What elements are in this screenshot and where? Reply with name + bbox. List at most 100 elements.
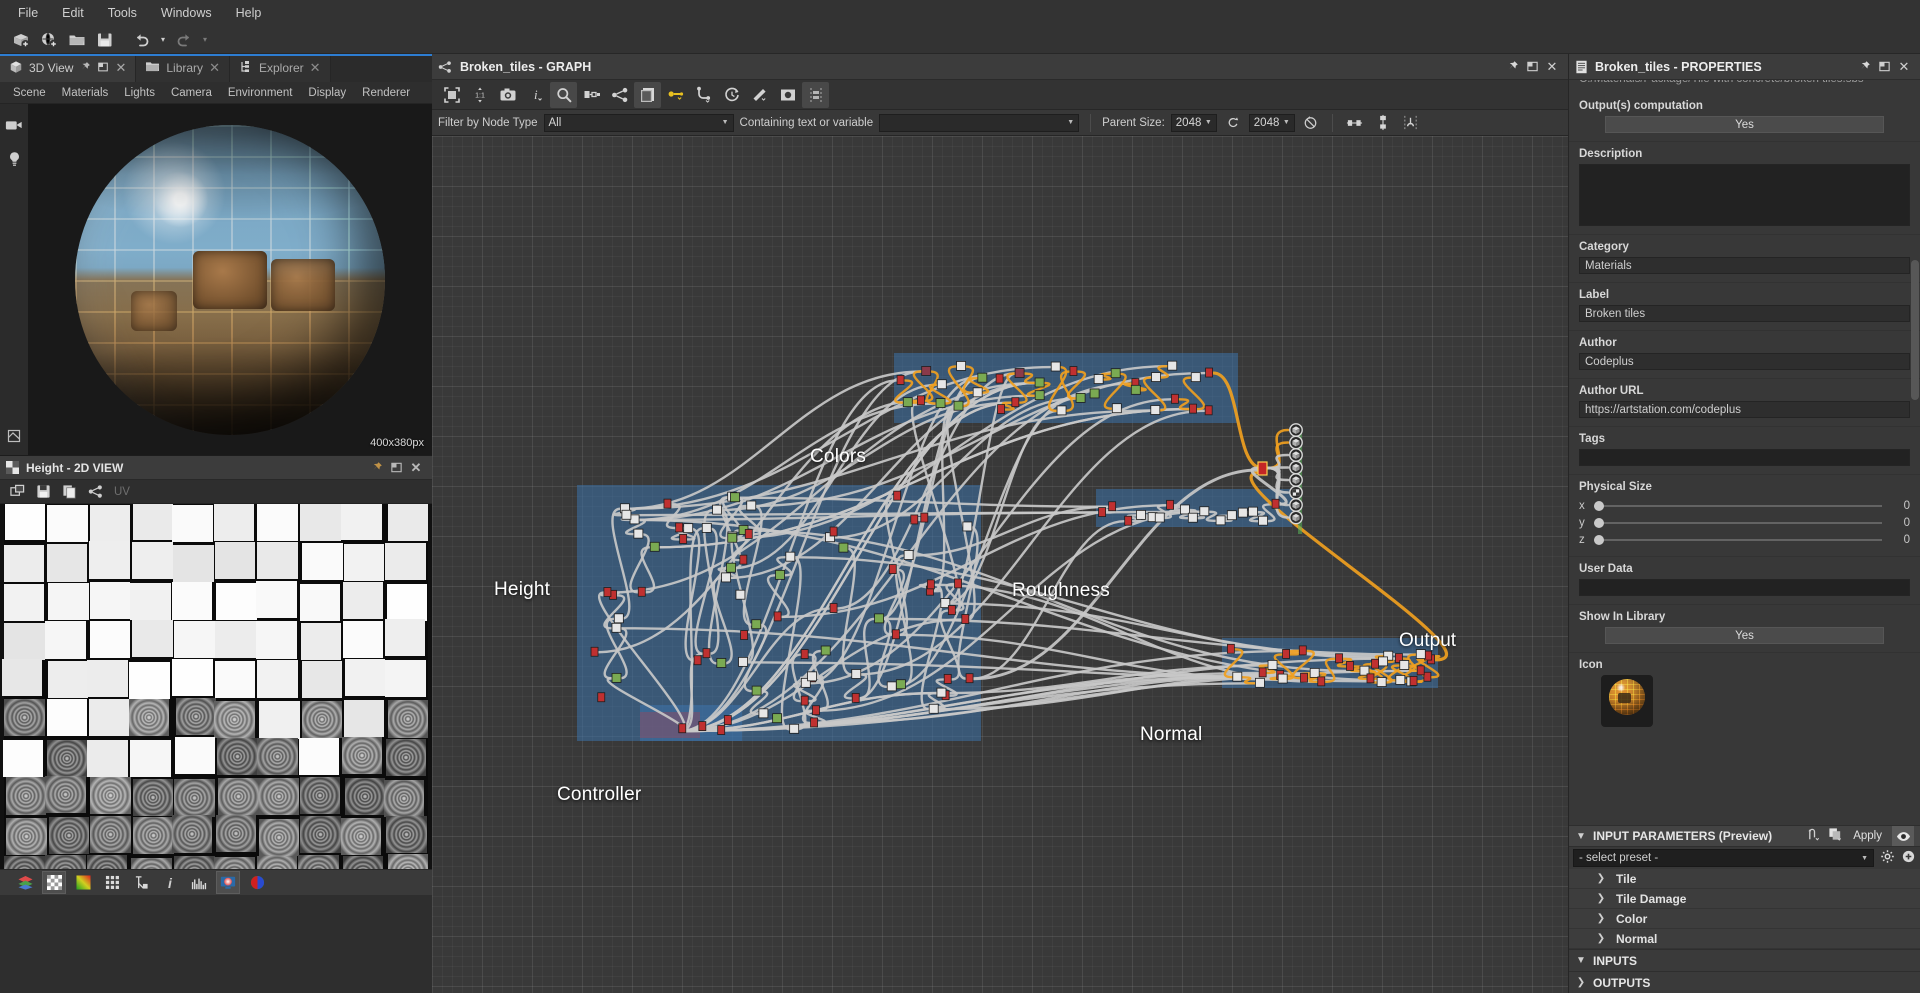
gear-icon[interactable] [1880, 849, 1895, 867]
output-computation-button[interactable]: Yes [1605, 116, 1884, 133]
graph-node[interactable] [821, 646, 830, 655]
graph-node[interactable] [852, 669, 861, 678]
graph-node[interactable] [852, 693, 859, 702]
viewmenu-environment[interactable]: Environment [221, 85, 300, 101]
zoom-1-1-icon[interactable]: 1:1 [466, 82, 493, 108]
graph-node[interactable] [630, 515, 639, 524]
open-icon[interactable] [64, 28, 90, 52]
graph-node[interactable] [1051, 362, 1060, 371]
slider-thumb[interactable] [1594, 501, 1604, 511]
graph-node[interactable] [612, 623, 621, 632]
alpha-icon[interactable] [43, 872, 65, 893]
pin-icon[interactable] [1502, 57, 1522, 77]
reset-camera-icon[interactable] [3, 425, 25, 447]
menu-help[interactable]: Help [224, 2, 274, 24]
close-icon[interactable]: ✕ [1542, 57, 1562, 77]
graph-node[interactable] [1171, 394, 1178, 403]
param-group-tile-damage[interactable]: ❯ Tile Damage [1569, 889, 1920, 909]
physical-size-z-slider[interactable] [1594, 539, 1882, 541]
preset-select[interactable]: - select preset - ▼ [1573, 849, 1874, 867]
icon-preview[interactable] [1601, 675, 1653, 727]
graph-node[interactable] [812, 706, 819, 715]
search-icon[interactable] [550, 82, 577, 108]
author-input[interactable]: Codeplus [1579, 353, 1910, 370]
maximize-icon[interactable] [386, 458, 406, 478]
physical-size-y-slider[interactable] [1594, 522, 1882, 524]
maximize-icon[interactable] [1522, 57, 1542, 77]
graph-node[interactable] [598, 693, 605, 702]
graph-node-selected[interactable] [1258, 462, 1267, 475]
category-input[interactable]: Materials [1579, 257, 1910, 274]
graph-node[interactable] [1259, 516, 1268, 525]
graph-node[interactable] [1318, 677, 1325, 686]
graph-node[interactable] [1090, 389, 1099, 398]
graph-node[interactable] [1248, 507, 1257, 516]
graph-node[interactable] [1233, 672, 1242, 681]
graph-node[interactable] [1272, 499, 1279, 508]
graph-node[interactable] [694, 656, 701, 665]
graph-node[interactable] [896, 680, 905, 689]
copy-icon[interactable] [58, 482, 80, 502]
menu-tools[interactable]: Tools [96, 2, 149, 24]
info-icon[interactable]: i [159, 872, 181, 893]
graph-node[interactable] [727, 563, 736, 572]
pin-icon[interactable] [366, 458, 386, 478]
close-icon[interactable]: ✕ [406, 458, 426, 478]
menu-windows[interactable]: Windows [149, 2, 224, 24]
output-node[interactable] [1290, 499, 1302, 511]
copy-parameters-icon[interactable] [1828, 827, 1843, 845]
colorpicker-icon[interactable] [217, 872, 239, 893]
graph-node[interactable] [1191, 373, 1200, 382]
graph-node[interactable] [955, 579, 962, 588]
graph-node[interactable] [1125, 516, 1132, 525]
graph-node[interactable] [922, 366, 931, 375]
menu-edit[interactable]: Edit [50, 2, 96, 24]
menu-file[interactable]: File [6, 2, 50, 24]
vertical-align-icon[interactable] [1372, 112, 1394, 134]
graph-node[interactable] [1300, 673, 1307, 682]
graph-node-network[interactable] [432, 136, 1568, 993]
graph-node[interactable] [1227, 644, 1234, 653]
graph-node[interactable] [1367, 674, 1374, 683]
uv-label[interactable]: UV [110, 486, 130, 498]
slider-thumb[interactable] [1594, 518, 1604, 528]
graph-node[interactable] [1336, 654, 1343, 663]
graph-node[interactable] [1076, 393, 1085, 402]
channels-icon[interactable] [72, 872, 94, 893]
graph-node[interactable] [752, 686, 761, 695]
horizontal-align-icon[interactable] [1344, 112, 1366, 134]
graph-node[interactable] [717, 658, 726, 667]
undo-icon[interactable] [129, 28, 155, 52]
camera-icon[interactable] [3, 114, 25, 136]
graph-node[interactable] [1278, 674, 1287, 683]
graph-node[interactable] [1057, 406, 1066, 415]
undo-chevron-down-icon[interactable]: ▾ [157, 28, 169, 52]
reroute-icon[interactable] [690, 82, 717, 108]
section-inputs[interactable]: ▼ INPUTS [1569, 949, 1920, 971]
physical-size-x-slider[interactable] [1594, 505, 1882, 507]
graph-node[interactable] [894, 491, 901, 500]
snapshot-icon[interactable] [494, 82, 521, 108]
layers-icon[interactable] [14, 872, 36, 893]
graph-node[interactable] [948, 606, 955, 615]
graph-node[interactable] [1259, 668, 1266, 677]
tweak-icon[interactable] [746, 82, 773, 108]
graph-node[interactable] [724, 716, 731, 725]
graph-node[interactable] [739, 657, 748, 666]
graph-node[interactable] [741, 631, 748, 640]
close-icon[interactable]: ✕ [310, 60, 321, 76]
graph-link-icon[interactable] [84, 482, 106, 502]
graph-node[interactable] [1206, 368, 1213, 377]
save-image-icon[interactable] [32, 482, 54, 502]
graph-node[interactable] [1216, 516, 1225, 525]
graph-node[interactable] [1268, 660, 1277, 669]
graph-node[interactable] [790, 724, 799, 733]
graph-node[interactable] [957, 361, 966, 370]
graph-node[interactable] [1111, 369, 1120, 378]
pin-icon[interactable] [1854, 57, 1874, 77]
graph-node[interactable] [1035, 378, 1044, 387]
tab-3d-view[interactable]: 3D View ✕ [0, 54, 136, 82]
properties-scrollbar[interactable] [1911, 260, 1919, 400]
graph-node[interactable] [966, 674, 973, 683]
filter-node-type-select[interactable]: All ▼ [544, 114, 734, 132]
